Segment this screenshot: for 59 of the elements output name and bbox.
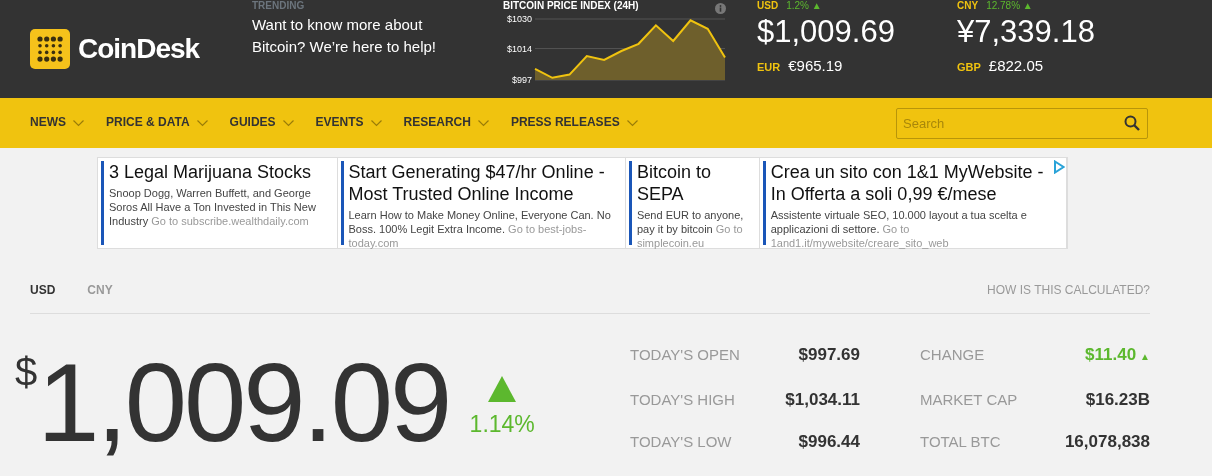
search-field[interactable]: Search [896,107,1148,139]
price-value: $1,009.69 [757,14,896,50]
logo-icon[interactable] [30,29,70,69]
stat-value: $1,034.11 [785,389,860,409]
ad-description: Learn How to Make Money Online, Everyone Can. No Boss. 100% Legit Extra Income. Go to best-jobs-today.com [348,208,612,250]
nav-item[interactable]: NEWS [30,115,84,131]
trending-label: TRENDING [252,0,306,12]
change-percent: 12.78% ▲ [986,0,1033,12]
axis-label: $1030 [506,14,532,24]
stat-value: $16.23B [1085,389,1150,409]
stat-label: CHANGE [920,346,985,363]
change-percent: 1.14% [469,410,535,439]
currency-label: USD [757,0,779,12]
chevron-down-icon [626,119,638,127]
ad-headline[interactable]: Crea un sito con 1&1 MyWebsite - In Offerta a soli 0,99 €/mese [770,161,1050,205]
axis-label: $1014 [506,43,532,54]
info-icon[interactable] [715,3,726,14]
stat-label: TODAY'S HIGH [630,390,735,408]
ad-description: Snoop Dogg, Warren Buffett, and George Soros All Have a Ton Invested in This New Industry Go to subscribe.wealthdaily.com [109,186,317,228]
stat-value: $996.44 [798,432,860,452]
stat-value: 16,078,838 [1064,432,1150,452]
stat-label: MARKET CAP [920,390,1018,408]
currency-label: CNY [957,0,979,12]
axis-label: $997 [511,75,532,85]
ad-headline[interactable]: Bitcoin to SEPA [636,161,755,205]
ad-description: Send EUR to anyone, pay it by bitcoin Go to simplecoin.eu [636,208,745,250]
nav-item[interactable]: GUIDES [229,115,294,131]
chevron-down-icon [196,119,208,127]
stat-label: TODAY'S OPEN [630,346,740,363]
price-value: €965.19 [788,56,843,76]
currency-label: GBP [957,60,981,75]
price-value: ¥7,339.18 [957,14,1096,50]
currency-symbol: $ [15,352,38,396]
search-icon[interactable] [1124,114,1140,131]
nav-item[interactable]: EVENTS [315,115,382,131]
nav-item[interactable]: RESEARCH [403,115,489,131]
ad-headline[interactable]: Start Generating $47/hr Online - Most Trusted Online Income [348,161,621,205]
trending-link[interactable]: Want to know more about Bitcoin? We’re here to help! [252,14,467,58]
adchoices-icon[interactable] [1053,160,1065,174]
chevron-down-icon [370,119,382,127]
nav-item[interactable]: PRESS RELEASES [510,115,638,131]
stat-label: TODAY'S LOW [630,433,732,451]
stat-value: $11.40 [1085,345,1137,364]
ad-description: Assistente virtuale SEO, 10.000 layout a tua scelta e applicazioni di settore. Go to 1and1.it/mywebsite/creare_sito_web [770,208,1028,250]
change-percent: 1.2% ▲ [786,0,822,12]
chart-title: BITCOIN PRICE INDEX (24H) [503,0,639,13]
currency-label: EUR [757,60,781,75]
price-value: £822.05 [988,56,1044,76]
chevron-down-icon [73,119,84,127]
stat-value: $997.69 [798,345,860,364]
stat-label: TOTAL BTC [920,433,1001,451]
nav-item[interactable]: PRICE & DATA [106,115,208,131]
up-arrow-icon: ▲ [1140,351,1150,362]
chevron-down-icon [282,119,294,127]
chevron-down-icon [477,119,489,127]
logo-text[interactable]: CoinDesk [78,30,200,68]
currency-tab[interactable]: USD [30,283,56,299]
price-value: 1,009.09 [37,347,450,459]
ad-headline[interactable]: 3 Legal Marijuana Stocks [109,161,333,183]
